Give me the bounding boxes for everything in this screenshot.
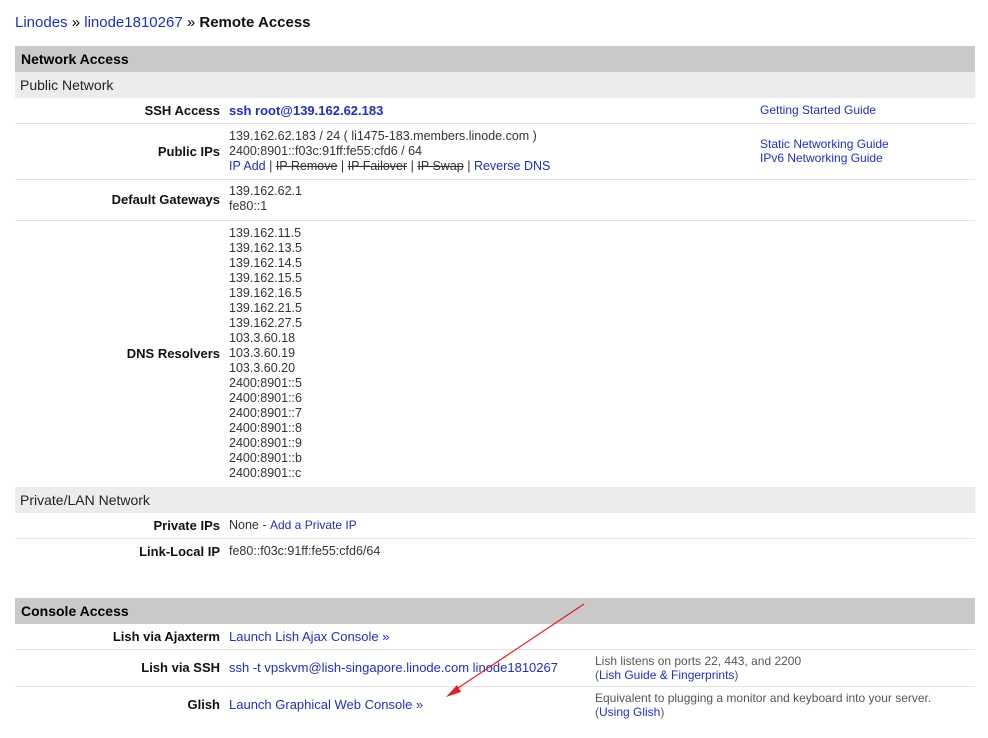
separator: | — [269, 159, 273, 173]
ajaxterm-row: Lish via Ajaxterm Launch Lish Ajax Conso… — [15, 624, 975, 650]
dns-resolvers-row: DNS Resolvers 139.162.11.5 139.162.13.5 … — [15, 221, 975, 486]
ipv6-address: 2400:8901::f03c:91ff:fe55:cfd6 / 64 — [229, 144, 422, 158]
default-gateways-row: Default Gateways 139.162.62.1 fe80::1 — [15, 180, 975, 221]
breadcrumb: Linodes » linode1810267 » Remote Access — [15, 14, 311, 31]
row-label: Lish via Ajaxterm — [112, 629, 220, 644]
lish-ssh-command-link[interactable]: ssh -t vpskvm@lish-singapore.linode.com … — [229, 660, 558, 675]
row-label: Public IPs — [157, 144, 220, 159]
dns-resolver: 139.162.13.5 — [229, 241, 302, 255]
network-access-header: Network Access — [15, 46, 975, 72]
gateway-ipv4: 139.162.62.1 — [229, 184, 302, 198]
getting-started-guide-link[interactable]: Getting Started Guide — [760, 103, 876, 117]
ip-actions: IP Add | IP Remove | IP Failover | IP Sw… — [229, 159, 550, 174]
ipv4-address: 139.162.62.183 / 24 ( li1475-183.members… — [229, 129, 537, 143]
using-glish-link[interactable]: Using Glish — [599, 705, 660, 719]
subheader-title: Public Network — [20, 77, 114, 93]
launch-lish-ajax-console-link[interactable]: Launch Lish Ajax Console » — [229, 629, 389, 644]
subheader-title: Private/LAN Network — [20, 492, 150, 508]
private-ips-none: None - — [229, 518, 270, 532]
public-ips-row: Public IPs 139.162.62.183 / 24 ( li1475-… — [15, 124, 975, 180]
gateway-values: 139.162.62.1 fe80::1 — [229, 184, 302, 214]
breadcrumb-separator: » — [71, 14, 81, 31]
row-label: Link-Local IP — [139, 544, 220, 559]
ip-failover-disabled: IP Failover — [347, 159, 408, 173]
row-label: Private IPs — [153, 518, 221, 533]
ssh-command-link[interactable]: ssh root@139.162.62.183 — [229, 103, 383, 118]
private-network-subheader: Private/LAN Network — [15, 487, 975, 513]
dns-resolver: 2400:8901::5 — [229, 376, 302, 390]
section-title: Network Access — [21, 51, 129, 67]
glish-row: Glish Launch Graphical Web Console » Equ… — [15, 687, 975, 723]
lish-guide-link[interactable]: Lish Guide & Fingerprints — [599, 668, 734, 682]
glish-note: Equivalent to plugging a monitor and key… — [595, 691, 931, 719]
networking-guides: Static Networking Guide IPv6 Networking … — [760, 137, 889, 165]
section-title: Console Access — [21, 603, 129, 619]
paren-close: ) — [734, 668, 739, 682]
ssh-access-row: SSH Access ssh root@139.162.62.183 Getti… — [15, 98, 975, 124]
reverse-dns-link[interactable]: Reverse DNS — [474, 159, 550, 173]
dns-resolver: 2400:8901::c — [229, 466, 302, 480]
dns-resolver: 2400:8901::6 — [229, 391, 302, 405]
ip-swap-disabled: IP Swap — [417, 159, 464, 173]
public-network-subheader: Public Network — [15, 72, 975, 98]
breadcrumb-linode-link[interactable]: linode1810267 — [84, 14, 182, 31]
private-ips-row: Private IPs None - Add a Private IP — [15, 513, 975, 539]
dns-resolver: 103.3.60.20 — [229, 361, 296, 375]
dns-resolver: 139.162.11.5 — [229, 226, 302, 240]
public-ips-values: 139.162.62.183 / 24 ( li1475-183.members… — [229, 129, 550, 174]
dns-resolver: 139.162.16.5 — [229, 286, 302, 300]
glish-description: Equivalent to plugging a monitor and key… — [595, 691, 932, 705]
dns-resolver-list: 139.162.11.5 139.162.13.5 139.162.14.5 1… — [229, 226, 302, 481]
row-label: DNS Resolvers — [126, 346, 220, 361]
dns-resolver: 139.162.27.5 — [229, 316, 302, 330]
row-label: SSH Access — [144, 103, 220, 118]
separator: | — [340, 159, 345, 173]
row-label: Lish via SSH — [141, 660, 220, 675]
row-label: Default Gateways — [111, 192, 220, 207]
dns-resolver: 2400:8901::9 — [229, 436, 302, 450]
page-title: Remote Access — [199, 14, 311, 31]
dns-resolver: 103.3.60.19 — [229, 346, 296, 360]
dns-resolver: 139.162.14.5 — [229, 256, 302, 270]
launch-graphical-web-console-link[interactable]: Launch Graphical Web Console » — [229, 697, 423, 712]
separator: | — [410, 159, 414, 173]
lish-ssh-row: Lish via SSH ssh -t vpskvm@lish-singapor… — [15, 650, 975, 687]
dns-resolver: 2400:8901::8 — [229, 421, 302, 435]
ipv6-networking-guide-link[interactable]: IPv6 Networking Guide — [760, 151, 883, 165]
console-access-header: Console Access — [15, 598, 975, 624]
row-label: Glish — [187, 697, 220, 712]
separator: | — [467, 159, 471, 173]
dns-resolver: 103.3.60.18 — [229, 331, 296, 345]
paren-close: ) — [660, 705, 665, 719]
private-ips-value: None - Add a Private IP — [229, 518, 357, 533]
dns-resolver: 2400:8901::7 — [229, 406, 302, 420]
ip-add-link[interactable]: IP Add — [229, 159, 266, 173]
add-private-ip-link[interactable]: Add a Private IP — [270, 518, 357, 532]
dns-resolver: 2400:8901::b — [229, 451, 302, 465]
lish-ports-text: Lish listens on ports 22, 443, and 2200 — [595, 654, 802, 668]
breadcrumb-separator: » — [186, 14, 196, 31]
ip-remove-disabled: IP Remove — [275, 159, 338, 173]
static-networking-guide-link[interactable]: Static Networking Guide — [760, 137, 889, 151]
dns-resolver: 139.162.15.5 — [229, 271, 302, 285]
lish-ssh-note: Lish listens on ports 22, 443, and 2200 … — [595, 654, 801, 682]
link-local-row: Link-Local IP fe80::f03c:91ff:fe55:cfd6/… — [15, 539, 975, 564]
dns-resolver: 139.162.21.5 — [229, 301, 302, 315]
gateway-ipv6: fe80::1 — [229, 199, 268, 213]
link-local-value: fe80::f03c:91ff:fe55:cfd6/64 — [229, 544, 381, 558]
breadcrumb-linodes-link[interactable]: Linodes — [15, 14, 68, 31]
